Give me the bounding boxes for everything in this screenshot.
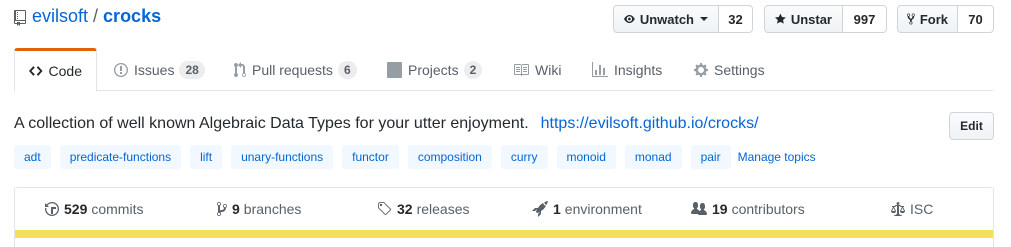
unstar-label: Unstar bbox=[790, 11, 832, 27]
topic-tag[interactable]: pair bbox=[690, 145, 731, 169]
license-label: ISC bbox=[910, 201, 934, 217]
projects-counter: 2 bbox=[463, 60, 483, 79]
tab-issues[interactable]: Issues 28 bbox=[114, 48, 205, 91]
commits-count: 529 bbox=[64, 201, 88, 217]
issue-icon bbox=[114, 62, 128, 77]
law-icon bbox=[891, 202, 905, 216]
releases-link[interactable]: 32 releases bbox=[377, 201, 470, 217]
topic-tag[interactable]: unary-functions bbox=[231, 145, 334, 169]
manage-topics-link[interactable]: Manage topics bbox=[738, 150, 816, 164]
book-icon bbox=[514, 63, 529, 76]
tab-wiki-label: Wiki bbox=[535, 61, 562, 78]
star-icon bbox=[775, 13, 786, 24]
pull-request-icon bbox=[234, 61, 246, 77]
watchers-count[interactable]: 32 bbox=[719, 5, 753, 33]
repo-path-separator: / bbox=[93, 6, 99, 26]
pull-requests-counter: 6 bbox=[337, 60, 357, 79]
topic-tag[interactable]: lift bbox=[190, 145, 223, 169]
fork-button[interactable]: Fork bbox=[897, 5, 958, 33]
unwatch-button[interactable]: Unwatch bbox=[613, 5, 719, 33]
tab-issues-label: Issues bbox=[134, 61, 175, 78]
contributors-link[interactable]: 19 contributors bbox=[691, 201, 805, 217]
contributors-label: contributors bbox=[731, 201, 805, 217]
history-icon bbox=[45, 202, 59, 216]
forks-count[interactable]: 70 bbox=[958, 5, 994, 33]
tab-pull-requests[interactable]: Pull requests 6 bbox=[234, 48, 357, 91]
language-bar[interactable] bbox=[15, 230, 993, 238]
tab-settings-label: Settings bbox=[714, 61, 765, 78]
fork-group: Fork 70 bbox=[897, 5, 994, 33]
code-icon bbox=[29, 66, 43, 76]
branch-icon bbox=[217, 202, 227, 216]
topics-list: adt predicate-functions lift unary-funct… bbox=[14, 145, 816, 169]
tab-code-label: Code bbox=[48, 63, 82, 79]
environments-label: environment bbox=[564, 201, 642, 217]
topic-tag[interactable]: adt bbox=[14, 145, 51, 169]
issues-counter: 28 bbox=[179, 60, 205, 79]
topic-tag[interactable]: curry bbox=[500, 145, 548, 169]
repo-description-text: A collection of well known Algebraic Dat… bbox=[14, 115, 529, 132]
graph-icon bbox=[592, 61, 608, 77]
repo-name-link[interactable]: crocks bbox=[103, 6, 161, 27]
tab-pull-requests-label: Pull requests bbox=[252, 61, 333, 78]
tab-settings[interactable]: Settings bbox=[694, 48, 765, 91]
repo-title: evilsoft / crocks bbox=[14, 6, 161, 27]
people-icon bbox=[691, 202, 707, 215]
tab-wiki[interactable]: Wiki bbox=[513, 48, 561, 91]
environments-link[interactable]: 1 environment bbox=[532, 201, 642, 217]
repo-homepage-link[interactable]: https://evilsoft.github.io/crocks/ bbox=[541, 115, 759, 133]
branches-count: 9 bbox=[232, 201, 240, 217]
releases-count: 32 bbox=[397, 201, 413, 217]
tab-projects-label: Projects bbox=[408, 61, 459, 78]
tab-code[interactable]: Code bbox=[14, 48, 97, 92]
watch-group: Unwatch 32 bbox=[613, 5, 753, 33]
topic-tag[interactable]: predicate-functions bbox=[59, 145, 182, 169]
star-group: Unstar 997 bbox=[764, 5, 887, 33]
unwatch-label: Unwatch bbox=[639, 11, 694, 27]
chevron-down-icon bbox=[700, 17, 708, 21]
fork-label: Fork bbox=[919, 11, 948, 27]
contributors-count: 19 bbox=[712, 201, 728, 217]
environments-count: 1 bbox=[553, 201, 561, 217]
project-icon bbox=[387, 61, 402, 78]
topic-tag[interactable]: functor bbox=[342, 145, 399, 169]
numbers-summary: 529 commits 9 branches 32 releases 1 env… bbox=[14, 187, 994, 247]
edit-description-button[interactable]: Edit bbox=[949, 112, 994, 140]
topic-tag[interactable]: monoid bbox=[556, 145, 616, 169]
topic-tag[interactable]: composition bbox=[407, 145, 492, 169]
gear-icon bbox=[694, 62, 708, 77]
commits-link[interactable]: 529 commits bbox=[45, 201, 143, 217]
stargazers-count[interactable]: 997 bbox=[843, 5, 887, 33]
fork-icon bbox=[907, 13, 915, 25]
releases-label: releases bbox=[416, 201, 470, 217]
rocket-icon bbox=[532, 201, 548, 217]
tab-insights[interactable]: Insights bbox=[592, 48, 662, 91]
license-link[interactable]: ISC bbox=[891, 201, 933, 217]
commits-label: commits bbox=[91, 201, 144, 217]
tab-projects[interactable]: Projects 2 bbox=[387, 48, 483, 91]
topic-tag[interactable]: monad bbox=[624, 145, 682, 169]
eye-icon bbox=[624, 14, 635, 24]
repo-owner-link[interactable]: evilsoft bbox=[32, 6, 88, 27]
branches-label: branches bbox=[243, 201, 302, 217]
repo-icon bbox=[14, 9, 26, 26]
unstar-button[interactable]: Unstar bbox=[764, 5, 843, 33]
tag-icon bbox=[378, 202, 392, 216]
repo-nav-tabs: Code Issues 28 Pull requests 6 Projects … bbox=[0, 48, 1011, 92]
tab-insights-label: Insights bbox=[614, 61, 663, 78]
repo-description: A collection of well known Algebraic Dat… bbox=[14, 115, 759, 133]
branches-link[interactable]: 9 branches bbox=[217, 201, 301, 217]
